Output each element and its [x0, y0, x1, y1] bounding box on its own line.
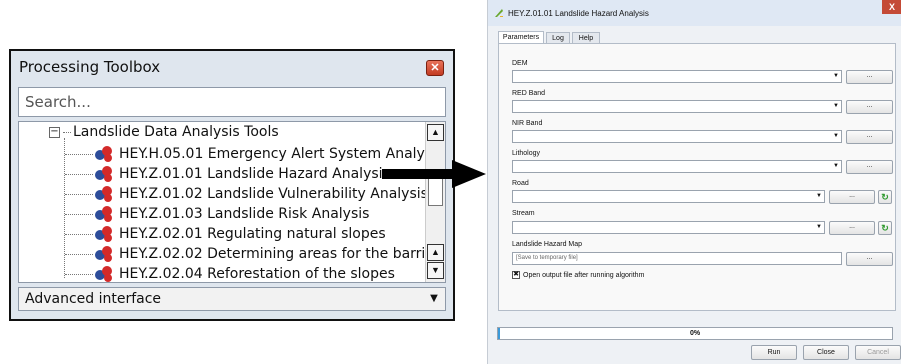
lithology-browse-button[interactable]: ... [846, 160, 893, 174]
close-button[interactable]: Close [803, 345, 849, 360]
chevron-down-icon: ▼ [816, 224, 822, 230]
tree-item-algorithm[interactable]: HEY.Z.01.03 Landslide Risk Analysis [65, 204, 443, 224]
qgis-icon [495, 9, 503, 17]
chevron-down-icon: ▼ [816, 193, 822, 199]
road-browse-button[interactable]: ... [829, 190, 875, 204]
open-output-checkbox[interactable]: ✖ Open output file after running algorith… [512, 271, 644, 279]
dialog-title: HEY.Z.01.01 Landslide Hazard Analysis [508, 9, 649, 18]
red-band-browse-button[interactable]: ... [846, 100, 893, 114]
algorithm-tree[interactable]: − Landslide Data Analysis Tools HEY.H.05.… [18, 121, 446, 283]
close-icon[interactable]: X [882, 0, 901, 14]
red-band-label: RED Band [512, 90, 546, 97]
progress-text: 0% [689, 330, 701, 337]
tree-item-label: HEY.Z.01.03 Landslide Risk Analysis [119, 206, 370, 222]
search-input[interactable]: Search... [18, 87, 446, 117]
nir-band-label: NIR Band [512, 120, 543, 127]
advanced-interface-select[interactable]: Advanced interface ▼ [18, 287, 446, 311]
dialog-titlebar: HEY.Z.01.01 Landslide Hazard Analysis X [488, 0, 901, 26]
algorithm-icon [95, 266, 113, 282]
open-output-label: Open output file after running algorithm [523, 271, 645, 279]
chevron-down-icon: ▼ [833, 163, 839, 169]
dem-select[interactable]: ▼ [512, 70, 842, 83]
nir-band-select[interactable]: ▼ [512, 130, 842, 143]
tree-item-algorithm[interactable]: HEY.Z.02.02 Determining areas for the ba… [65, 244, 443, 264]
iterate-icon[interactable]: ↻ [878, 190, 892, 204]
tree-item-label: HEY.Z.01.01 Landslide Hazard Analysis [119, 166, 390, 182]
chevron-down-icon: ▼ [833, 103, 839, 109]
tree-group-label: Landslide Data Analysis Tools [73, 124, 279, 140]
collapse-icon[interactable]: − [49, 126, 60, 138]
tree-item-algorithm[interactable]: HEY.Z.02.04 Reforestation of the slopes [65, 264, 443, 282]
checkbox-checked-icon[interactable]: ✖ [512, 271, 520, 279]
algorithm-icon [95, 206, 113, 222]
tree-group-landslide[interactable]: − Landslide Data Analysis Tools [49, 124, 279, 144]
stream-label: Stream [512, 210, 535, 217]
algorithm-icon [95, 166, 113, 182]
arrow-right-icon [382, 160, 486, 188]
tree-item-label: HEY.Z.02.04 Reforestation of the slopes [119, 266, 395, 282]
scroll-down-icon[interactable]: ▼ [427, 262, 444, 279]
landslide-hazard-map-label: Landslide Hazard Map [512, 241, 583, 248]
tree-item-label: HEY.Z.02.01 Regulating natural slopes [119, 226, 386, 242]
lithology-select[interactable]: ▼ [512, 160, 842, 173]
run-button[interactable]: Run [751, 345, 797, 360]
tree-item-label: HEY.Z.01.02 Landslide Vulnerability Anal… [119, 186, 428, 202]
output-browse-button[interactable]: ... [846, 252, 893, 266]
red-band-select[interactable]: ▼ [512, 100, 842, 113]
parameters-panel: DEM ▼ ... RED Band ▼ ... NIR Band ▼ ... … [498, 43, 896, 311]
advanced-interface-label: Advanced interface [25, 291, 162, 307]
cancel-button[interactable]: Cancel [855, 345, 901, 360]
scroll-up-icon[interactable]: ▲ [427, 244, 444, 261]
road-select[interactable]: ▼ [512, 190, 825, 203]
algorithm-icon [95, 226, 113, 242]
algorithm-icon [95, 246, 113, 262]
tree-item-algorithm[interactable]: HEY.Z.02.01 Regulating natural slopes [65, 224, 443, 244]
tree-scrollbar[interactable]: ▲ ▲ ▼ [425, 122, 445, 282]
algorithm-icon [95, 146, 113, 162]
road-label: Road [512, 180, 529, 187]
scroll-up-icon[interactable]: ▲ [427, 124, 444, 141]
tree-item-label: HEY.Z.02.02 Determining areas for the ba… [119, 246, 440, 262]
lithology-label: Lithology [512, 150, 541, 157]
dem-label: DEM [512, 60, 528, 67]
nir-band-browse-button[interactable]: ... [846, 130, 893, 144]
stream-select[interactable]: ▼ [512, 221, 825, 234]
output-file-input[interactable]: [Save to temporary file] [512, 252, 842, 265]
algorithm-dialog: HEY.Z.01.01 Landslide Hazard Analysis X … [487, 0, 901, 364]
chevron-down-icon[interactable]: ▼ [423, 288, 445, 310]
chevron-down-icon: ▼ [833, 73, 839, 79]
chevron-down-icon: ▼ [833, 133, 839, 139]
algorithm-icon [95, 186, 113, 202]
close-icon[interactable]: ✕ [426, 60, 444, 76]
dem-browse-button[interactable]: ... [846, 70, 893, 84]
progress-bar: 0% [497, 327, 893, 340]
toolbox-title: Processing Toolbox [19, 58, 161, 76]
stream-browse-button[interactable]: ... [829, 221, 875, 235]
iterate-icon[interactable]: ↻ [878, 221, 892, 235]
